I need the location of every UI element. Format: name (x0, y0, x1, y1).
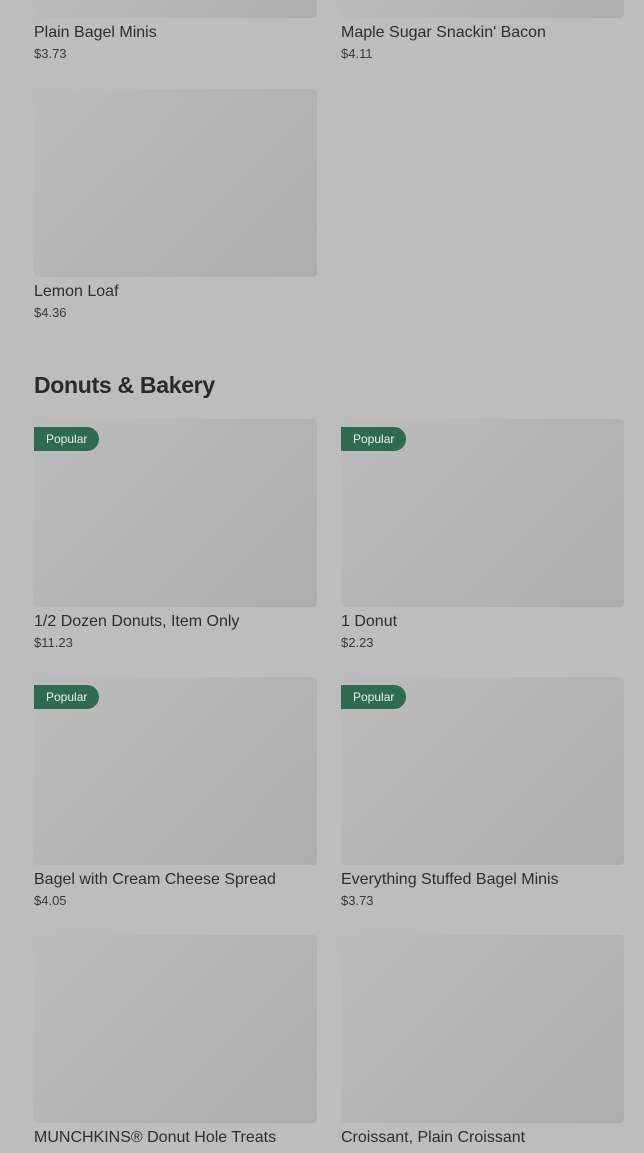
menu-item-card[interactable]: Popular Everything Stuffed Bagel Minis $… (341, 677, 624, 909)
menu-item-card[interactable]: Popular 1 Donut $2.23 (341, 419, 624, 651)
item-image[interactable] (34, 89, 317, 277)
item-image[interactable]: Popular (341, 677, 624, 865)
menu-page: Plain Bagel Minis $3.73 Maple Sugar Snac… (0, 0, 644, 1153)
item-name: 1/2 Dozen Donuts, Item Only (34, 613, 240, 630)
item-price: $11.23 (34, 635, 73, 650)
menu-item-card[interactable]: Lemon Loaf $4.36 (34, 89, 317, 321)
item-price: $3.73 (341, 893, 374, 908)
menu-item-card[interactable]: Maple Sugar Snackin' Bacon $4.11 (341, 0, 624, 62)
item-price: $3.73 (34, 46, 67, 61)
menu-item-card[interactable]: Popular Bagel with Cream Cheese Spread $… (34, 677, 317, 909)
item-price: $4.11 (341, 46, 373, 61)
section-title: Donuts & Bakery (34, 372, 215, 398)
menu-item-card[interactable]: Croissant, Plain Croissant (341, 935, 624, 1148)
menu-item-card[interactable]: Popular 1/2 Dozen Donuts, Item Only $11.… (34, 419, 317, 651)
menu-item-card[interactable]: MUNCHKINS® Donut Hole Treats (34, 935, 317, 1148)
item-image[interactable]: Popular (34, 419, 317, 607)
item-price: $4.05 (34, 893, 67, 908)
item-name: 1 Donut (341, 613, 398, 630)
item-name: Everything Stuffed Bagel Minis (341, 871, 559, 888)
item-name: Maple Sugar Snackin' Bacon (341, 24, 546, 41)
item-image[interactable] (341, 0, 624, 18)
item-name: Bagel with Cream Cheese Spread (34, 871, 276, 888)
item-image[interactable]: Popular (34, 677, 317, 865)
item-name: Lemon Loaf (34, 283, 119, 300)
popular-badge: Popular (341, 427, 407, 451)
menu-item-card[interactable]: Plain Bagel Minis $3.73 (34, 0, 317, 62)
popular-badge: Popular (341, 685, 407, 709)
item-name: Croissant, Plain Croissant (341, 1129, 526, 1146)
item-image[interactable]: Popular (341, 419, 624, 607)
item-name: MUNCHKINS® Donut Hole Treats (34, 1129, 277, 1146)
popular-badge: Popular (34, 685, 100, 709)
item-image[interactable] (341, 935, 624, 1123)
item-image[interactable] (34, 0, 317, 18)
item-price: $4.36 (34, 305, 67, 320)
item-name: Plain Bagel Minis (34, 24, 157, 41)
item-image[interactable] (34, 935, 317, 1123)
item-price: $2.23 (341, 635, 374, 650)
popular-badge: Popular (34, 427, 100, 451)
